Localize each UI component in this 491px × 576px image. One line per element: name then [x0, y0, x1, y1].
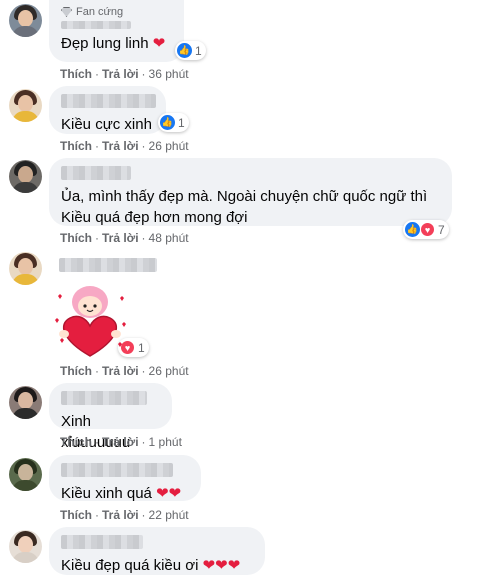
reaction-count: 7 [438, 222, 445, 237]
avatar[interactable] [9, 252, 42, 285]
timestamp[interactable]: 36 phút [149, 67, 189, 81]
reply-button[interactable]: Trả lời [102, 364, 139, 378]
comment-text-content: Kiều đẹp quá kiều ơi [61, 557, 199, 574]
comment-actions: Thích · Trả lời · 36 phút [60, 67, 189, 81]
author-name-blurred[interactable] [59, 258, 157, 272]
comment-actions: Thích · Trả lời · 26 phút [60, 364, 189, 378]
comment-bubble: Kiều xinh quá ❤❤ [49, 455, 201, 504]
like-button[interactable]: Thích [60, 508, 92, 522]
comment-bubble: Kiều đẹp quá kiều ơi ❤❤❤ [49, 527, 265, 575]
timestamp[interactable]: 26 phút [149, 139, 189, 153]
author-name-blurred[interactable] [61, 535, 143, 549]
timestamp[interactable]: 48 phút [149, 231, 189, 245]
timestamp[interactable]: 1 phút [149, 435, 182, 449]
heart-emoji: ❤ [152, 35, 166, 52]
like-reaction-icon: 👍 [160, 115, 175, 130]
reply-button[interactable]: Trả lời [102, 508, 139, 522]
avatar[interactable] [9, 458, 42, 491]
reaction-count: 1 [138, 340, 145, 355]
author-name-blurred[interactable] [61, 463, 173, 477]
avatar[interactable] [9, 160, 42, 193]
comment-text: Ủa, mình thấy đẹp mà. Ngoài chuyện chữ q… [61, 188, 428, 226]
avatar[interactable] [9, 4, 42, 37]
timestamp[interactable]: 26 phút [149, 364, 189, 378]
diamond-icon [61, 7, 72, 17]
like-button[interactable]: Thích [60, 67, 92, 81]
fan-badge: Fan cứng [61, 6, 172, 18]
like-reaction-icon: 👍 [405, 222, 420, 237]
comment-text: Kiều cực xinh [61, 116, 152, 133]
comment-bubble: Xinh xỉuuuuuuu [49, 383, 172, 451]
reaction-count: 1 [178, 115, 185, 130]
like-button[interactable]: Thích [60, 435, 92, 449]
like-reaction-icon: 👍 [177, 43, 192, 58]
author-name-blurred[interactable] [61, 21, 131, 29]
comment-actions: Thích · Trả lời · 26 phút [60, 139, 189, 153]
reaction-summary[interactable]: 👍 ♥ 7 [403, 220, 449, 239]
comment-bubble: Ủa, mình thấy đẹp mà. Ngoài chuyện chữ q… [49, 158, 452, 226]
comment-bubble: Fan cứng Đẹp lung linh ❤ [49, 0, 184, 62]
avatar[interactable] [9, 89, 42, 122]
comment-text: Kiều đẹp quá kiều ơi ❤❤❤ [61, 555, 253, 576]
reaction-summary[interactable]: 👍 1 [175, 41, 206, 60]
avatar[interactable] [9, 386, 42, 419]
comment-text-content: Đẹp lung linh [61, 35, 149, 52]
comment-text-content: Kiều xinh quá [61, 485, 152, 502]
love-reaction-icon: ♥ [420, 222, 435, 237]
comment-actions: Thích · Trả lời · 1 phút [60, 435, 182, 449]
timestamp[interactable]: 22 phút [149, 508, 189, 522]
heart-sticker-image [55, 286, 126, 357]
author-name-blurred[interactable] [61, 391, 147, 405]
comment-text: Đẹp lung linh ❤ [61, 33, 172, 54]
comment-bubble: Kiều cực xinh [49, 86, 166, 134]
like-button[interactable]: Thích [60, 231, 92, 245]
comment-text: Kiều xinh quá ❤❤ [61, 483, 189, 504]
badge-label: Fan cứng [76, 6, 124, 18]
reply-button[interactable]: Trả lời [102, 139, 139, 153]
author-name-blurred[interactable] [61, 94, 156, 108]
author-name-blurred[interactable] [61, 166, 131, 180]
heart-emojis: ❤❤ [156, 485, 182, 502]
comment-actions: Thích · Trả lời · 48 phút [60, 231, 189, 245]
reaction-summary[interactable]: 👍 1 [158, 113, 189, 132]
reply-button[interactable]: Trả lời [102, 231, 139, 245]
reply-button[interactable]: Trả lời [102, 67, 139, 81]
heart-emojis: ❤❤❤ [202, 557, 241, 574]
reply-button[interactable]: Trả lời [102, 435, 139, 449]
like-button[interactable]: Thích [60, 139, 92, 153]
like-button[interactable]: Thích [60, 364, 92, 378]
comment-actions: Thích · Trả lời · 22 phút [60, 508, 189, 522]
reaction-count: 1 [195, 43, 202, 58]
avatar[interactable] [9, 530, 42, 563]
